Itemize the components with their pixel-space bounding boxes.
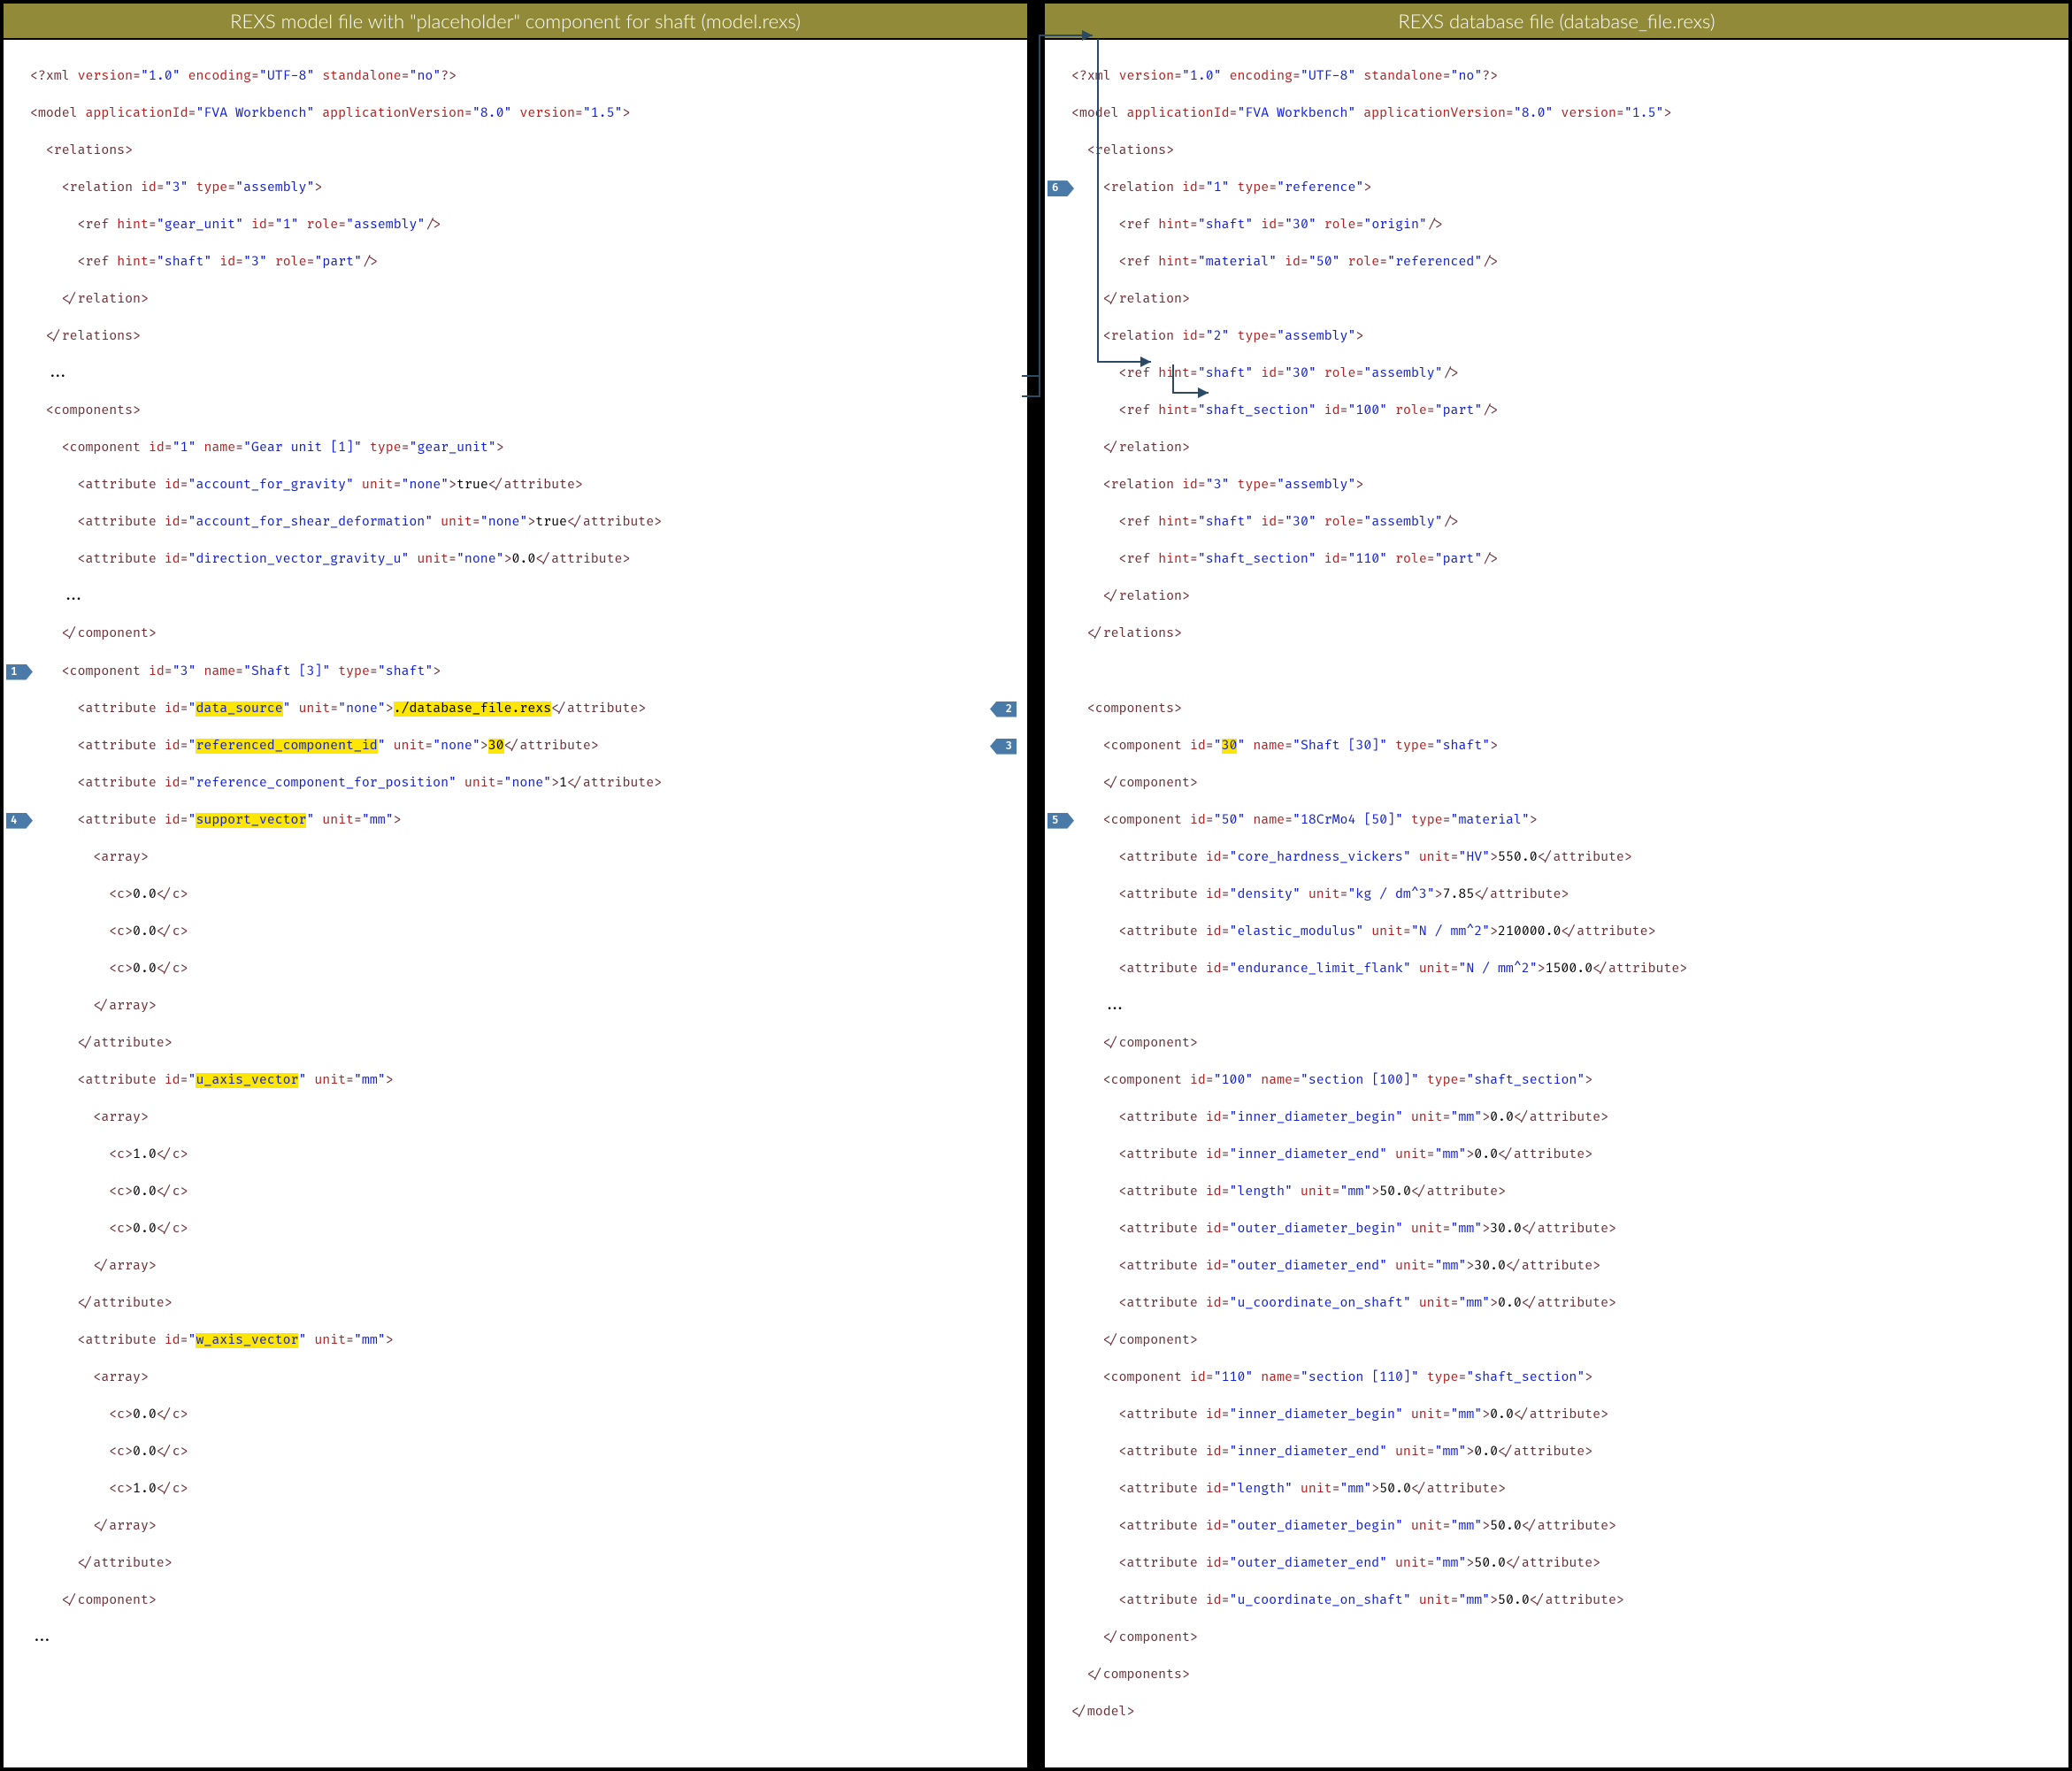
marker-4: 4: [6, 813, 33, 829]
marker-6: 6: [1048, 180, 1074, 196]
left-panel-title: REXS model file with "placeholder" compo…: [4, 4, 1027, 40]
right-panel-title: REXS database file (database_file.rexs): [1045, 4, 2068, 40]
right-code: <?xml version="1.0" encoding="UTF-8" sta…: [1045, 40, 2068, 1767]
marker-5: 5: [1048, 813, 1074, 829]
xml-version: 1.0: [149, 69, 173, 84]
diagram-root: REXS model file with "placeholder" compo…: [0, 0, 2072, 1771]
marker-3: 3: [990, 739, 1017, 755]
marker-1: 1: [6, 664, 33, 680]
right-panel: REXS database file (database_file.rexs) …: [1043, 2, 2070, 1769]
left-panel: REXS model file with "placeholder" compo…: [2, 2, 1029, 1769]
marker-2: 2: [990, 702, 1017, 717]
panel-gap: [1029, 2, 1043, 1769]
left-code: <?xml version="1.0" encoding="UTF-8" sta…: [4, 40, 1027, 1693]
